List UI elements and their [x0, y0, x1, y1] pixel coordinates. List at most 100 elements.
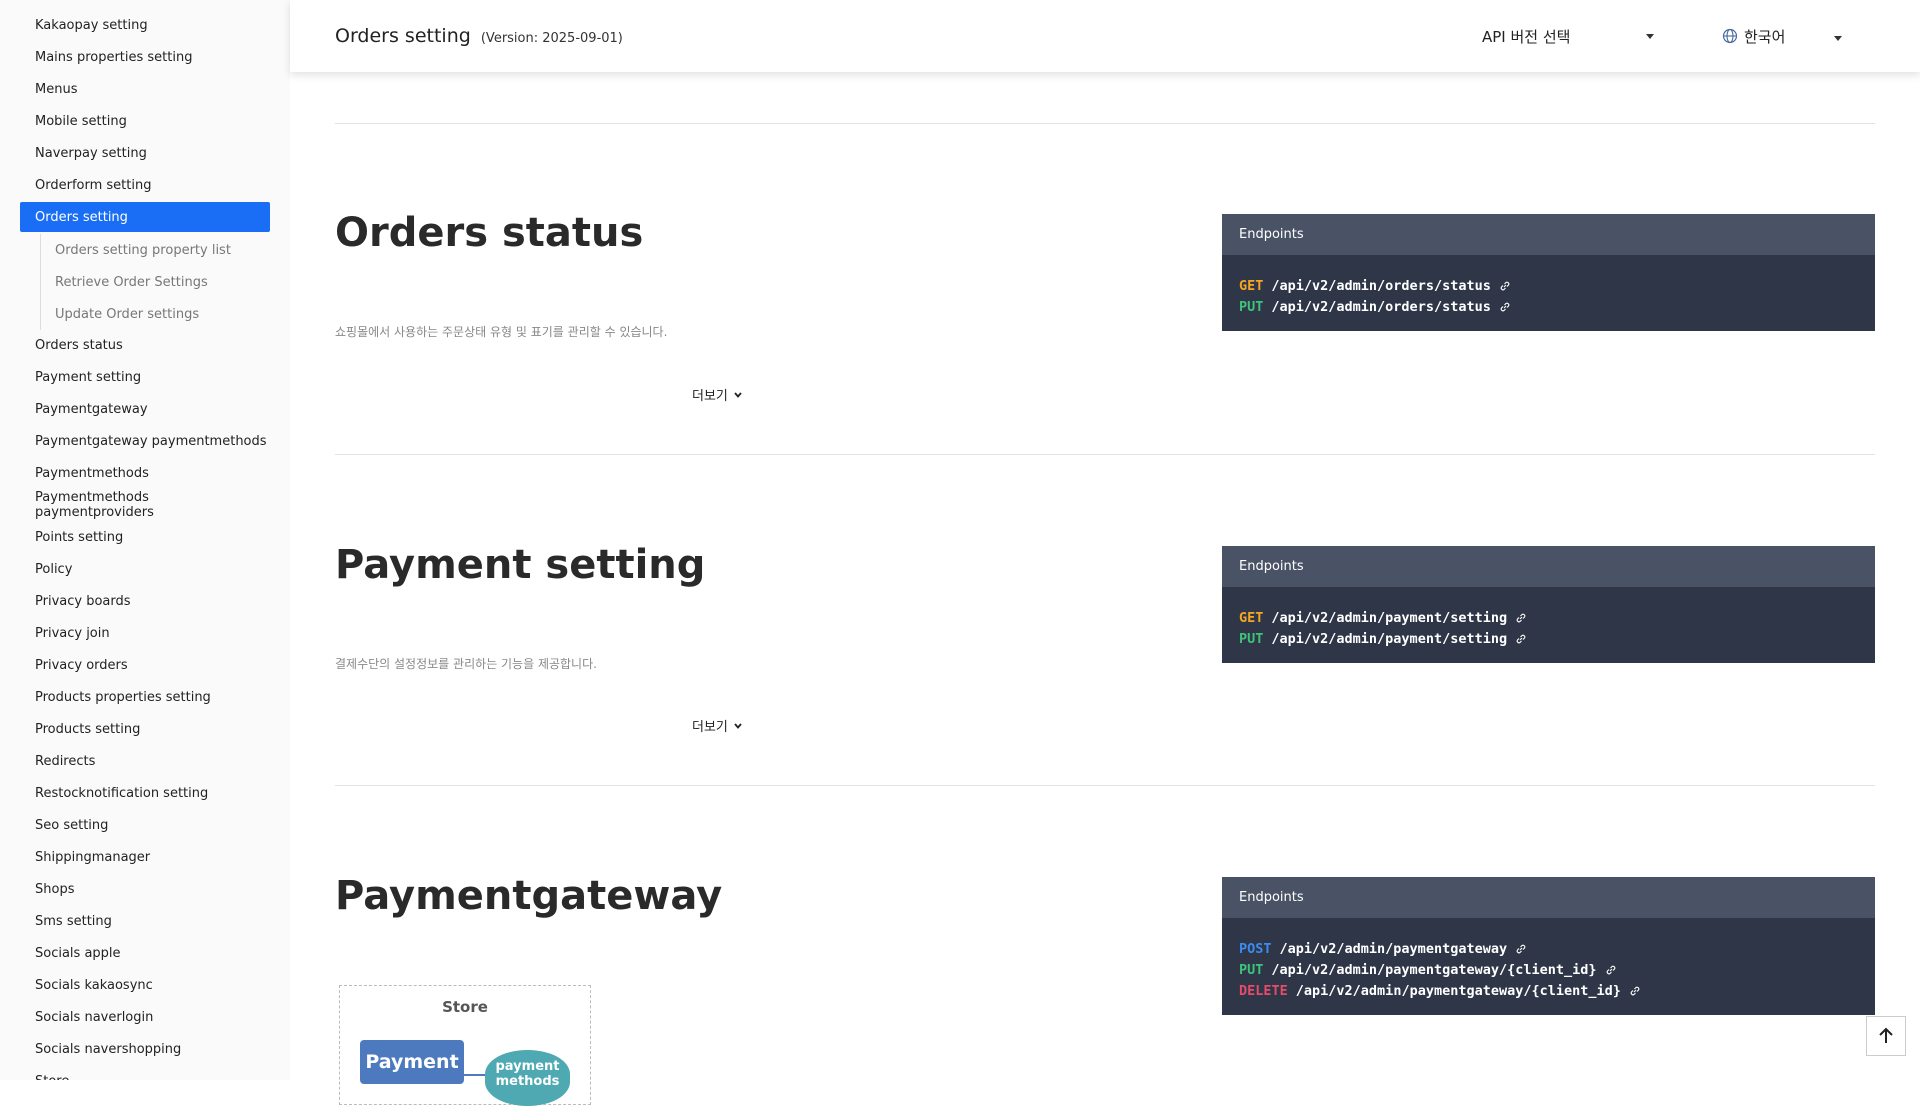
- sidebar-item[interactable]: Menus: [20, 74, 270, 104]
- endpoints-header: Endpoints: [1222, 546, 1875, 587]
- sidebar-item[interactable]: Store: [20, 1066, 270, 1081]
- sidebar-item[interactable]: Products setting: [20, 714, 270, 744]
- page-version: (Version: 2025-09-01): [480, 31, 623, 46]
- link-icon[interactable]: [1629, 985, 1641, 997]
- endpoint-row: DELETE /api/v2/admin/paymentgateway/{cli…: [1239, 980, 1858, 1001]
- link-icon[interactable]: [1605, 964, 1617, 976]
- endpoint-path: /api/v2/admin/orders/status: [1271, 298, 1491, 315]
- caret-down-icon: [1834, 36, 1842, 41]
- diagram-connector: [464, 1074, 486, 1076]
- endpoints-panel: Endpoints GET /api/v2/admin/orders/statu…: [1222, 214, 1875, 331]
- sidebar-subitem[interactable]: Retrieve Order Settings: [41, 266, 270, 298]
- scroll-top-button[interactable]: [1866, 1016, 1906, 1056]
- arrow-up-icon: [1879, 1027, 1893, 1043]
- sidebar-item[interactable]: Payment setting: [20, 362, 270, 392]
- sidebar-item[interactable]: Paymentgateway paymentmethods: [20, 426, 270, 456]
- endpoint-row: GET /api/v2/admin/payment/setting: [1239, 607, 1858, 628]
- http-method: PUT: [1239, 630, 1264, 647]
- link-icon[interactable]: [1515, 633, 1527, 645]
- link-icon[interactable]: [1515, 943, 1527, 955]
- sidebar-item[interactable]: Paymentmethods: [20, 458, 270, 488]
- link-icon[interactable]: [1499, 280, 1511, 292]
- caret-down-icon: [1646, 34, 1654, 39]
- more-label: 더보기: [692, 720, 728, 735]
- divider: [335, 785, 1875, 786]
- language-select[interactable]: 한국어: [1722, 22, 1842, 50]
- sidebar-item[interactable]: Privacy boards: [20, 586, 270, 616]
- api-version-select[interactable]: API 버전 선택: [1482, 22, 1662, 50]
- sidebar-item[interactable]: Restocknotification setting: [20, 778, 270, 808]
- chevron-down-icon: [734, 722, 742, 729]
- link-icon[interactable]: [1499, 301, 1511, 313]
- http-method: PUT: [1239, 298, 1264, 315]
- http-method: PUT: [1239, 961, 1264, 978]
- more-button[interactable]: 더보기: [692, 716, 743, 735]
- page-title-text: Orders setting: [335, 25, 471, 47]
- sidebar-item[interactable]: Socials naverlogin: [20, 1002, 270, 1032]
- endpoint-row: GET /api/v2/admin/orders/status: [1239, 275, 1858, 296]
- diagram-title: Store: [442, 998, 488, 1016]
- main-content: Orders status 쇼핑몰에서 사용하는 주문상태 유형 및 표기를 관…: [335, 72, 1875, 1106]
- endpoint-row: PUT /api/v2/admin/paymentgateway/{client…: [1239, 959, 1858, 980]
- sidebar-subitem[interactable]: Orders setting property list: [41, 234, 270, 266]
- api-version-label: API 버전 선택: [1482, 27, 1571, 46]
- divider: [335, 454, 1875, 455]
- http-method: GET: [1239, 277, 1264, 294]
- sidebar-item[interactable]: Shops: [20, 874, 270, 904]
- sidebar-item[interactable]: Socials navershopping: [20, 1034, 270, 1064]
- endpoint-path: /api/v2/admin/orders/status: [1271, 277, 1491, 294]
- sidebar-item[interactable]: Points setting: [20, 522, 270, 552]
- sidebar-item[interactable]: Shippingmanager: [20, 842, 270, 872]
- sidebar-item[interactable]: Socials apple: [20, 938, 270, 968]
- more-label: 더보기: [692, 389, 728, 404]
- section-description: 결제수단의 설정정보를 관리하는 기능을 제공합니다.: [335, 657, 597, 671]
- paymentgateway-diagram: Store Payment payment methods: [339, 985, 591, 1106]
- top-header: Orders setting (Version: 2025-09-01) API…: [290, 0, 1920, 72]
- http-method: POST: [1239, 940, 1272, 957]
- endpoint-row: PUT /api/v2/admin/payment/setting: [1239, 628, 1858, 649]
- sidebar-item[interactable]: Products properties setting: [20, 682, 270, 712]
- more-button[interactable]: 더보기: [692, 385, 743, 404]
- diagram-payment-box: Payment: [360, 1040, 464, 1084]
- sidebar-item[interactable]: Orderform setting: [20, 170, 270, 200]
- sidebar: Kakaopay setting Mains properties settin…: [0, 0, 290, 1080]
- divider: [335, 123, 1875, 124]
- endpoint-path: /api/v2/admin/payment/setting: [1271, 630, 1508, 647]
- diagram-payment-methods: payment methods: [485, 1050, 570, 1106]
- sidebar-item[interactable]: Naverpay setting: [20, 138, 270, 168]
- chevron-down-icon: [734, 391, 742, 398]
- section-title: Payment setting: [335, 542, 706, 588]
- section-title: Paymentgateway: [335, 873, 723, 919]
- endpoint-path: /api/v2/admin/payment/setting: [1271, 609, 1508, 626]
- endpoint-row: PUT /api/v2/admin/orders/status: [1239, 296, 1858, 317]
- sidebar-item[interactable]: Orders status: [20, 330, 270, 360]
- link-icon[interactable]: [1515, 612, 1527, 624]
- sidebar-item[interactable]: Socials kakaosync: [20, 970, 270, 1000]
- sidebar-item[interactable]: Privacy orders: [20, 650, 270, 680]
- endpoints-header: Endpoints: [1222, 877, 1875, 918]
- endpoints-panel: Endpoints POST /api/v2/admin/paymentgate…: [1222, 877, 1875, 1015]
- sidebar-item[interactable]: Kakaopay setting: [20, 10, 270, 40]
- http-method: DELETE: [1239, 982, 1288, 999]
- sidebar-item[interactable]: Redirects: [20, 746, 270, 776]
- sidebar-subitem[interactable]: Update Order settings: [41, 298, 270, 330]
- endpoint-path: /api/v2/admin/paymentgateway/{client_id}: [1271, 961, 1597, 978]
- endpoint-path: /api/v2/admin/paymentgateway/{client_id}: [1295, 982, 1621, 999]
- language-label: 한국어: [1744, 27, 1786, 46]
- sidebar-item[interactable]: Mains properties setting: [20, 42, 270, 72]
- sidebar-item[interactable]: Paymentmethods paymentproviders: [20, 490, 270, 520]
- sidebar-item[interactable]: Paymentgateway: [20, 394, 270, 424]
- sidebar-item[interactable]: Policy: [20, 554, 270, 584]
- sidebar-item-active[interactable]: Orders setting: [20, 202, 270, 232]
- globe-icon: [1722, 28, 1738, 44]
- page-title: Orders setting (Version: 2025-09-01): [335, 25, 623, 47]
- sidebar-item[interactable]: Mobile setting: [20, 106, 270, 136]
- section-title: Orders status: [335, 210, 644, 256]
- sidebar-item[interactable]: Privacy join: [20, 618, 270, 648]
- sidebar-item[interactable]: Sms setting: [20, 906, 270, 936]
- section-description: 쇼핑몰에서 사용하는 주문상태 유형 및 표기를 관리할 수 있습니다.: [335, 325, 668, 339]
- sidebar-item[interactable]: Seo setting: [20, 810, 270, 840]
- sidebar-submenu: Orders setting property list Retrieve Or…: [20, 234, 270, 330]
- http-method: GET: [1239, 609, 1264, 626]
- endpoints-header: Endpoints: [1222, 214, 1875, 255]
